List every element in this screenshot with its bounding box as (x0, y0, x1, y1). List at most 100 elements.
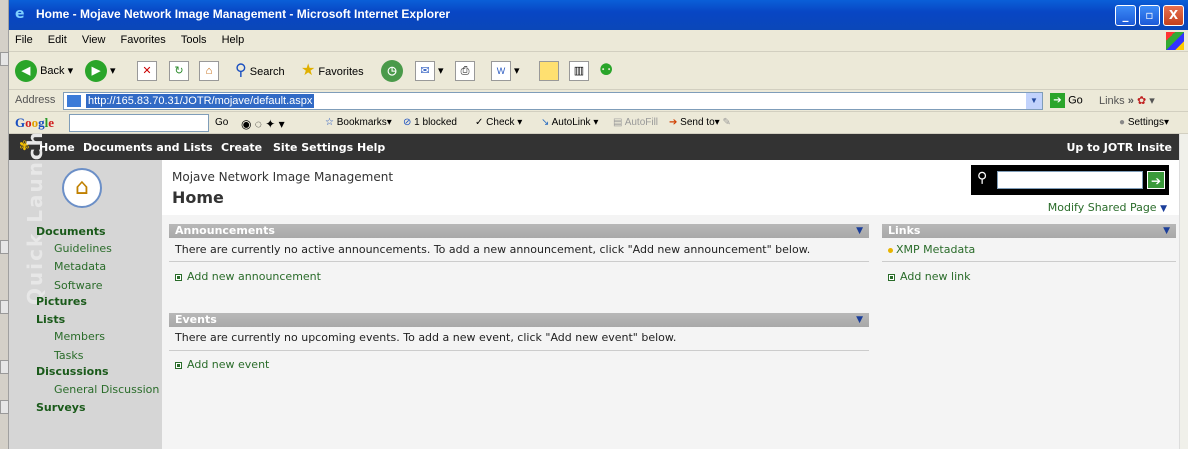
edit-button[interactable]: W ▾ (491, 60, 520, 82)
add-announcement-link[interactable]: Add new announcement (175, 270, 321, 283)
menu-help[interactable]: Help (216, 30, 251, 50)
blocked-label: 1 blocked (414, 117, 457, 128)
ql-lists[interactable]: Lists (36, 313, 65, 326)
ql-pictures[interactable]: Pictures (36, 295, 87, 308)
announcements-title[interactable]: Announcements ▼ (169, 224, 869, 238)
printer-icon: ⎙ (455, 61, 475, 82)
links-label: Links (1099, 95, 1125, 107)
right-zone: Links ▼ XMP Metadata Add new link (882, 224, 1176, 449)
back-button[interactable]: ◀ Back ▾ (15, 60, 73, 83)
blocked-icon: ⊘ (403, 117, 412, 128)
site-search-input[interactable] (997, 171, 1143, 189)
left-zone: Announcements ▼ There are currently no a… (169, 224, 869, 449)
menu-edit[interactable]: Edit (42, 30, 73, 50)
menu-tools[interactable]: Tools (175, 30, 213, 50)
bookmarks-label: Bookmarks (336, 117, 387, 128)
menu-favorites[interactable]: Favorites (115, 30, 172, 50)
research-button[interactable]: ▥ (569, 60, 589, 82)
site-title: Mojave Network Image Management (172, 170, 394, 184)
link-xmp-metadata[interactable]: XMP Metadata (888, 243, 975, 256)
ql-metadata[interactable]: Metadata (54, 260, 106, 273)
ql-members[interactable]: Members (54, 330, 105, 343)
links-title[interactable]: Links ▼ (882, 224, 1176, 238)
nav-site-settings[interactable]: Site Settings (273, 141, 353, 154)
menu-file[interactable]: File (9, 30, 39, 50)
google-go-button[interactable]: Go (215, 117, 228, 128)
maximize-button[interactable]: ▫ (1139, 5, 1160, 26)
print-button[interactable]: ⎙ (455, 60, 475, 82)
refresh-button[interactable]: ↻ (169, 60, 189, 82)
star-outline-icon: ☆ (325, 117, 334, 128)
add-event-link[interactable]: Add new event (175, 358, 269, 371)
bookmarks-button[interactable]: ☆ Bookmarks▾ (325, 117, 392, 128)
events-empty-text: There are currently no upcoming events. … (175, 331, 677, 344)
google-settings-button[interactable]: ● Settings▾ (1119, 117, 1169, 128)
address-dropdown-button[interactable]: ▼ (1026, 93, 1042, 109)
google-go-label: Go (215, 117, 229, 128)
modify-shared-page-menu[interactable]: Modify Shared Page ▼ (1048, 201, 1167, 214)
sendto-button[interactable]: ➔ Send to▾ ✎ (669, 117, 731, 128)
home-icon[interactable]: ⌂ (62, 168, 102, 208)
address-label: Address (15, 94, 56, 106)
site-search-box: ⚲ ➔ (971, 165, 1169, 195)
add-announcement-label: Add new announcement (187, 270, 321, 283)
ql-discussions[interactable]: Discussions (36, 365, 109, 378)
toolbar-options-icon: ✿ (1136, 95, 1147, 107)
webpart-menu-icon[interactable]: ▼ (1163, 224, 1170, 238)
title-bar[interactable]: e Home - Mojave Network Image Management… (9, 0, 1188, 30)
google-logo[interactable]: Google (15, 115, 54, 131)
mail-button[interactable]: ✉ ▾ (415, 60, 444, 82)
ql-general-discussion[interactable]: General Discussion (54, 383, 159, 396)
mail-icon: ✉ (415, 61, 435, 82)
up-to-jotr-insite-link[interactable]: Up to JOTR Insite (1067, 141, 1173, 154)
sendto-icon: ➔ (669, 117, 678, 128)
divider (169, 261, 869, 262)
popup-blocker-button[interactable]: ⊘ 1 blocked (403, 117, 457, 128)
page-title: Home (172, 188, 224, 207)
home-button[interactable]: ⌂ (199, 60, 219, 82)
autofill-icon: ▤ (613, 117, 623, 128)
links-toolbar[interactable]: Links » ✿ ▾ (1099, 94, 1155, 107)
add-new-link[interactable]: Add new link (888, 270, 970, 283)
page-body: Quick Launch Documents Guidelines Metada… (9, 130, 1179, 449)
spellcheck-button[interactable]: ✓ Check ▾ (475, 117, 522, 128)
minimize-button[interactable]: _ (1115, 5, 1136, 26)
discuss-button[interactable] (539, 60, 559, 82)
desktop-icon (0, 360, 9, 374)
address-input[interactable]: http://165.83.70.31/JOTR/mojave/default.… (63, 92, 1043, 110)
ql-guidelines[interactable]: Guidelines (54, 242, 112, 255)
menu-view[interactable]: View (76, 30, 112, 50)
stop-button[interactable]: ✕ (137, 60, 157, 82)
history-button[interactable]: ◷ (381, 60, 403, 83)
standard-toolbar: ◀ Back ▾ ▶ ▾ ✕ ↻ ⌂ ⚲ Search ★ Favorites … (9, 52, 1188, 90)
window-title: Home - Mojave Network Image Management -… (36, 7, 451, 21)
nav-create[interactable]: Create (221, 141, 262, 154)
close-button[interactable]: X (1163, 5, 1184, 26)
desktop-icon (0, 300, 9, 314)
go-button[interactable]: ➔ Go (1050, 93, 1083, 108)
ql-software[interactable]: Software (54, 279, 103, 292)
go-arrow-icon: ➔ (1050, 93, 1065, 108)
webpart-menu-icon[interactable]: ▼ (856, 313, 863, 327)
ql-tasks[interactable]: Tasks (54, 349, 83, 362)
ql-documents[interactable]: Documents (36, 225, 106, 238)
favorites-button[interactable]: ★ Favorites (301, 60, 364, 82)
back-label: Back (40, 65, 65, 77)
search-button[interactable]: ⚲ Search (235, 60, 285, 82)
autofill-button[interactable]: ▤ AutoFill (613, 117, 658, 128)
word-icon: W (491, 61, 511, 82)
ql-surveys[interactable]: Surveys (36, 401, 86, 414)
back-arrow-icon: ◀ (15, 60, 37, 83)
site-search-go-button[interactable]: ➔ (1147, 171, 1165, 189)
events-title[interactable]: Events ▼ (169, 313, 869, 327)
nav-help[interactable]: Help (357, 141, 385, 154)
webpart-menu-icon[interactable]: ▼ (856, 224, 863, 238)
nav-documents-and-lists[interactable]: Documents and Lists (83, 141, 213, 154)
google-search-input[interactable] (69, 114, 209, 132)
messenger-button[interactable]: ⚉ (599, 60, 613, 82)
add-item-icon (888, 273, 895, 281)
forward-button[interactable]: ▶ ▾ (85, 60, 116, 83)
spellcheck-icon: ✓ (475, 117, 484, 128)
vertical-scrollbar[interactable] (1179, 134, 1188, 449)
autolink-button[interactable]: ↘ AutoLink ▾ (541, 117, 598, 128)
